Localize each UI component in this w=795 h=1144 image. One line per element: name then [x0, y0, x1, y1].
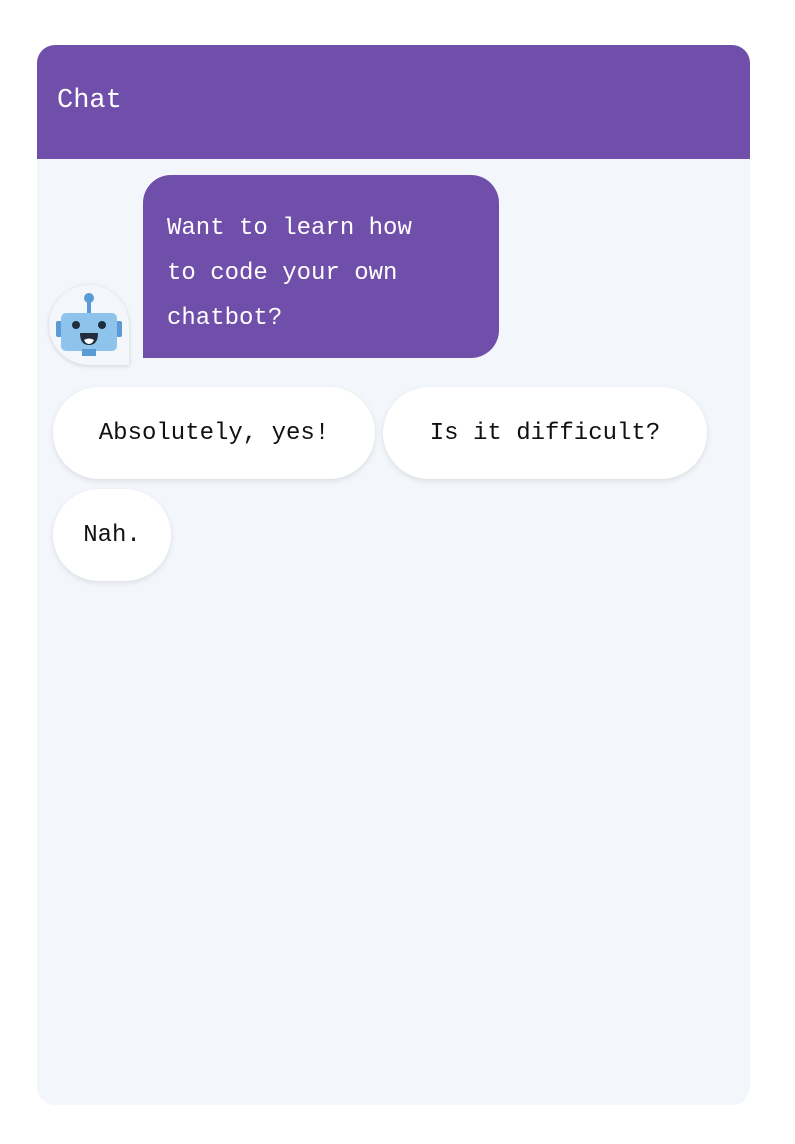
reply-button-is-it-difficult[interactable]: Is it difficult? [383, 387, 707, 479]
bot-avatar [49, 285, 129, 365]
reply-label: Nah. [83, 521, 141, 549]
reply-label: Absolutely, yes! [98, 419, 330, 447]
bot-message-line: to code your own [167, 260, 398, 287]
robot-icon [56, 293, 122, 356]
bot-message-row: Want to learn how to code your own chatb… [37, 175, 750, 365]
bot-message-bubble: Want to learn how to code your own chatb… [143, 175, 499, 358]
bot-message-line: Want to learn how [167, 215, 412, 242]
reply-label: Is it difficult? [429, 419, 661, 447]
chat-window: Chat Want to learn how to code your own … [37, 45, 750, 1105]
reply-button-absolutely-yes[interactable]: Absolutely, yes! [53, 387, 375, 479]
chat-header: Chat [37, 45, 750, 159]
bot-message-line: chatbot? [167, 305, 283, 332]
reply-button-nah[interactable]: Nah. [53, 489, 171, 581]
chat-title: Chat [57, 86, 122, 116]
